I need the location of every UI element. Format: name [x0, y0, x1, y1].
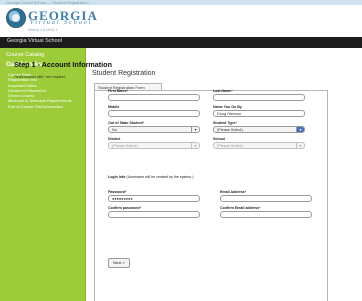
sidebar-item-eoct-information[interactable]: End of Course Test Information [8, 104, 78, 109]
middle-label: Middle [108, 105, 120, 109]
required-star: * [139, 206, 141, 210]
step-title: Step 1 - Account Information [14, 60, 112, 69]
first-name-label: First Name* [108, 89, 128, 93]
student-type-label-text: Student Type [213, 121, 236, 125]
email-field[interactable] [220, 195, 312, 202]
confirm-password-label-text: Confirm password [108, 206, 140, 210]
password-label-text: Password [108, 190, 125, 194]
login-info-detail: (Username will be created by the system.… [125, 175, 194, 179]
chevron-down-icon[interactable]: ▾ [296, 127, 304, 132]
confirm-email-field[interactable] [220, 211, 312, 218]
district-select[interactable]: (Please Select) ▾ [108, 142, 200, 149]
school-select[interactable]: (Please Select) ▾ [213, 142, 305, 149]
school-value: (Please Select) [217, 144, 243, 148]
site-logo[interactable]: GEORGIA Virtual School Search 1-8 (404) … [6, 8, 97, 34]
chevron-down-icon[interactable]: ▾ [191, 127, 199, 132]
email-label-text: Email Address [220, 190, 245, 194]
login-info-title: Login Info [108, 175, 126, 179]
next-button[interactable]: Next > [108, 258, 130, 268]
student-type-label: Student Type* [213, 121, 237, 125]
header-contact: Search 1-8 (404) 4 [28, 28, 58, 32]
required-star: * [142, 121, 145, 125]
confirm-email-label: Confirm Email address* [220, 206, 261, 210]
middle-name-field[interactable] [108, 110, 200, 117]
navbar-title[interactable]: Georgia Virtual School [7, 38, 62, 44]
confirm-password-label: Confirm password* [108, 206, 141, 210]
name-you-go-by-field[interactable]: Doug Gleeson [213, 110, 305, 117]
student-type-select[interactable]: (Please Select) ▾ [213, 126, 305, 133]
password-field[interactable]: ●●●●●●●●● [108, 195, 200, 202]
required-star: * [124, 190, 127, 194]
top-navbar: Georgia Virtual School [0, 37, 362, 48]
last-name-label: Last Name* [213, 89, 233, 93]
confirm-password-field[interactable] [108, 211, 200, 218]
required-fields-note: Fields marked with * are required. [14, 75, 67, 79]
georgia-emblem-icon [6, 8, 26, 28]
first-name-field[interactable] [108, 94, 200, 101]
required-star: * [126, 89, 128, 93]
sidebar-course-catalog[interactable]: Course Catalog [6, 52, 44, 58]
out-of-state-label-text: Out of State Student [108, 121, 143, 125]
last-name-field[interactable] [213, 94, 305, 101]
sidebar: Course Catalog GaVS Links Course Fees Re… [0, 48, 86, 301]
required-star: * [244, 190, 247, 194]
required-star: * [235, 121, 237, 125]
site-header: GEORGIA Virtual School Search 1-8 (404) … [0, 5, 362, 37]
required-star: * [259, 206, 261, 210]
district-value: (Please Select) [112, 144, 138, 148]
required-star: * [231, 89, 233, 93]
brand-subtitle: Virtual School [30, 20, 93, 26]
email-label: Email Address* [220, 190, 246, 194]
student-type-value: (Please Select) [217, 128, 243, 132]
school-label: School [213, 137, 225, 141]
first-name-label-text: First Name [108, 89, 127, 93]
out-of-state-select[interactable]: No ▾ [108, 126, 200, 133]
confirm-email-label-text: Confirm Email address [220, 206, 260, 210]
out-of-state-value: No [112, 128, 117, 132]
chevron-down-icon[interactable]: ▾ [191, 143, 199, 148]
password-label: Password* [108, 190, 126, 194]
sidebar-item-technical-requirements[interactable]: Minimum & Technical Requirements [8, 98, 78, 103]
last-name-label-text: Last Name [213, 89, 232, 93]
name-you-go-by-label: Name You Go By [213, 105, 242, 109]
chevron-down-icon[interactable]: ▾ [296, 143, 304, 148]
out-of-state-label: Out of State Student* [108, 121, 144, 125]
page-title: Student Registration [92, 70, 156, 77]
login-info-note: Login Info (Username will be created by … [108, 175, 193, 179]
district-label: District [108, 137, 121, 141]
